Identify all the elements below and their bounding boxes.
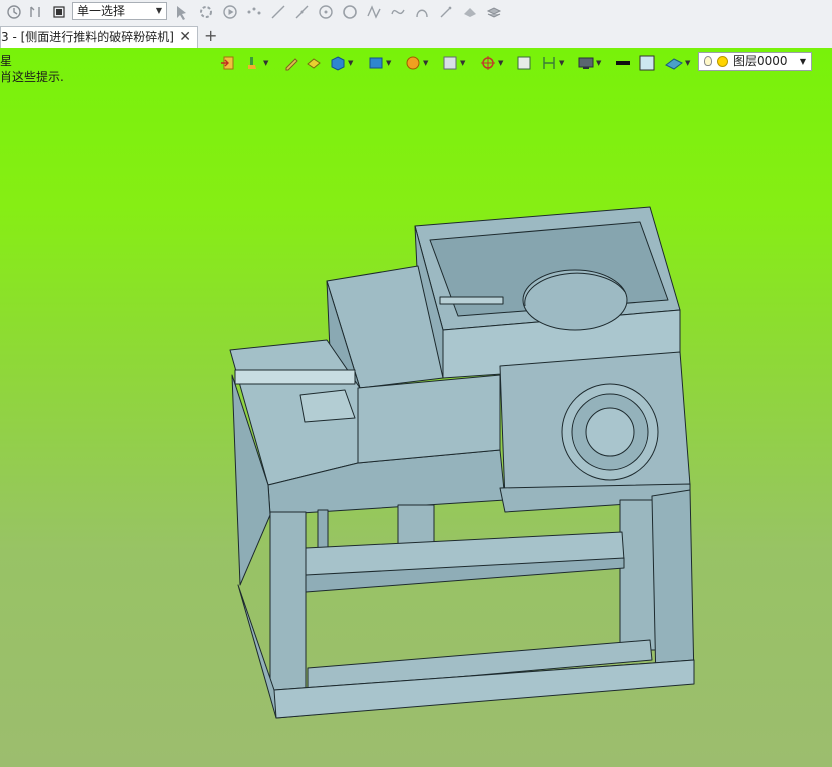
chevron-down-icon: ▼ <box>263 59 269 67</box>
play-icon[interactable] <box>220 2 240 22</box>
3d-viewport[interactable] <box>0 48 832 767</box>
cube-icon[interactable]: ▼ <box>330 54 353 72</box>
line-icon[interactable] <box>268 2 288 22</box>
layer-name: 图层0000 <box>733 54 788 68</box>
chevron-down-icon: ▼ <box>155 6 162 15</box>
chevron-down-icon: ▼ <box>685 59 691 67</box>
rotate-view-icon[interactable] <box>4 2 24 22</box>
selection-mode-value: 单一选择 <box>77 4 126 18</box>
chevron-down-icon: ▼ <box>799 57 806 66</box>
chevron-down-icon: ▼ <box>460 59 466 67</box>
pen-icon[interactable] <box>436 2 456 22</box>
arc-icon[interactable] <box>412 2 432 22</box>
bulb-icon[interactable] <box>704 56 712 66</box>
chevron-down-icon: ▼ <box>596 59 602 67</box>
chevron-down-icon: ▼ <box>559 59 565 67</box>
frame-icon[interactable] <box>516 54 532 72</box>
render-icon[interactable]: ▼ <box>405 54 428 72</box>
hint-line-1: 星 <box>0 54 13 68</box>
orient-icon[interactable]: ▼ <box>480 54 503 72</box>
top-toolbar: 单一选择 ▼ <box>0 0 832 25</box>
shape-icon[interactable] <box>460 2 480 22</box>
stop-icon[interactable] <box>49 2 69 22</box>
point-icon[interactable] <box>244 2 264 22</box>
exit-icon[interactable] <box>220 54 236 72</box>
machine-model <box>229 206 695 719</box>
display-mode-icon[interactable]: ▼ <box>368 54 391 72</box>
document-tab-title: 3 - [侧面进行推料的破碎粉碎机] <box>1 30 174 44</box>
paint-brush-icon[interactable]: ▼ <box>245 54 268 72</box>
plane-icon[interactable]: ▼ <box>665 54 690 72</box>
circle-icon[interactable] <box>340 2 360 22</box>
document-tab[interactable]: 3 - [侧面进行推料的破碎粉碎机] ✕ <box>0 26 198 48</box>
curve-icon[interactable] <box>364 2 384 22</box>
circle-point-icon[interactable] <box>316 2 336 22</box>
layer-dropdown[interactable]: 图层0000 ▼ <box>698 52 812 71</box>
line2-icon[interactable] <box>292 2 312 22</box>
hint-line-2: 肖这些提示. <box>0 70 64 84</box>
dimension-icon[interactable]: ▼ <box>541 54 564 72</box>
undo-icon[interactable] <box>25 2 45 22</box>
document-tab-bar: 3 - [侧面进行推料的破碎粉碎机] ✕ <box>0 24 832 49</box>
close-icon[interactable]: ✕ <box>179 27 191 47</box>
layers-icon[interactable] <box>484 2 504 22</box>
spline-icon[interactable] <box>388 2 408 22</box>
layer-visibility-icon[interactable] <box>717 56 728 67</box>
face-color-icon[interactable] <box>639 54 655 72</box>
view-icon[interactable]: ▼ <box>442 54 465 72</box>
chevron-down-icon: ▼ <box>498 59 504 67</box>
pencil-icon[interactable] <box>283 54 299 72</box>
chevron-down-icon: ▼ <box>423 59 429 67</box>
selection-mode-dropdown[interactable]: 单一选择 ▼ <box>72 2 167 20</box>
chevron-down-icon: ▼ <box>386 59 392 67</box>
pick-filter-icon[interactable] <box>196 2 216 22</box>
monitor-icon[interactable]: ▼ <box>578 54 601 72</box>
chevron-down-icon: ▼ <box>348 59 354 67</box>
fill-icon[interactable] <box>306 54 322 72</box>
line-color-icon[interactable] <box>615 54 631 72</box>
pick-arrow-icon[interactable] <box>172 2 192 22</box>
new-tab-button[interactable]: + <box>204 26 217 46</box>
